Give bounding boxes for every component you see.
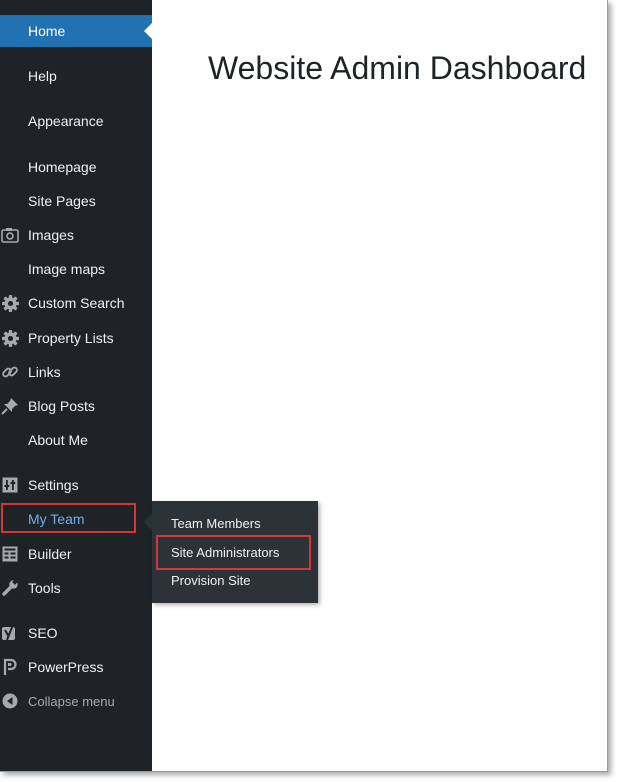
sidebar-item-label: Property Lists xyxy=(28,330,114,346)
sidebar-item-label: Image maps xyxy=(28,261,106,277)
sidebar-item-label: SEO xyxy=(28,625,58,641)
gear-icon xyxy=(1,329,19,347)
gear-icon xyxy=(1,294,19,312)
sidebar-item-appearance[interactable]: Appearance xyxy=(0,106,152,136)
sidebar-item-label: Tools xyxy=(28,580,61,596)
sidebar-item-home[interactable]: Home xyxy=(0,15,152,47)
sidebar-item-label: Site Pages xyxy=(28,193,96,209)
powerpress-icon xyxy=(1,658,19,676)
sidebar-item-builder[interactable]: Builder xyxy=(0,539,152,569)
sidebar-item-seo[interactable]: SEO xyxy=(0,618,152,648)
sidebar-item-custom-search[interactable]: Custom Search xyxy=(0,288,152,318)
sidebar-item-blog-posts[interactable]: Blog Posts xyxy=(0,391,152,421)
submenu-item-team-members[interactable]: Team Members xyxy=(171,516,261,531)
builder-grid-icon xyxy=(1,545,19,563)
collapse-menu-button[interactable]: Collapse menu xyxy=(0,686,152,716)
site-administrators-highlight xyxy=(156,535,311,570)
sidebar-item-about-me[interactable]: About Me xyxy=(0,425,152,455)
sidebar-item-label: Builder xyxy=(28,546,72,562)
my-team-highlight xyxy=(1,503,136,533)
sidebar-item-images[interactable]: Images xyxy=(0,220,152,250)
sidebar-item-property-lists[interactable]: Property Lists xyxy=(0,323,152,353)
camera-icon xyxy=(1,226,19,244)
pin-icon xyxy=(1,397,19,415)
sidebar-item-settings[interactable]: Settings xyxy=(0,470,152,500)
link-icon xyxy=(1,363,19,381)
sliders-icon xyxy=(1,476,19,494)
sidebar-item-label: Home xyxy=(28,23,66,39)
sidebar-item-label: Help xyxy=(28,68,57,84)
sidebar-item-links[interactable]: Links xyxy=(0,357,152,387)
sidebar-item-homepage[interactable]: Homepage xyxy=(0,152,152,182)
sidebar-item-help[interactable]: Help xyxy=(0,61,152,91)
flyout-pointer xyxy=(144,514,152,530)
collapse-menu-label: Collapse menu xyxy=(28,693,115,709)
admin-window: Home Help Appearance Homepage Site Pages… xyxy=(0,0,608,772)
page-title: Website Admin Dashboard xyxy=(208,50,587,86)
yoast-seo-icon xyxy=(1,624,19,642)
admin-sidebar: Home Help Appearance Homepage Site Pages… xyxy=(0,0,152,771)
sidebar-item-powerpress[interactable]: PowerPress xyxy=(0,652,152,682)
wrench-icon xyxy=(1,579,19,597)
sidebar-item-site-pages[interactable]: Site Pages xyxy=(0,186,152,216)
collapse-arrow-icon xyxy=(1,692,19,710)
sidebar-item-label: Settings xyxy=(28,477,79,493)
sidebar-item-label: Blog Posts xyxy=(28,398,95,414)
sidebar-item-image-maps[interactable]: Image maps xyxy=(0,254,152,284)
sidebar-item-label: About Me xyxy=(28,432,88,448)
submenu-item-provision-site[interactable]: Provision Site xyxy=(171,573,250,588)
sidebar-item-label: Custom Search xyxy=(28,295,125,311)
sidebar-item-label: Homepage xyxy=(28,159,97,175)
sidebar-item-label: Appearance xyxy=(28,113,104,129)
sidebar-item-tools[interactable]: Tools xyxy=(0,573,152,603)
sidebar-item-label: Links xyxy=(28,364,61,380)
sidebar-item-label: PowerPress xyxy=(28,659,104,675)
sidebar-item-label: Images xyxy=(28,227,74,243)
